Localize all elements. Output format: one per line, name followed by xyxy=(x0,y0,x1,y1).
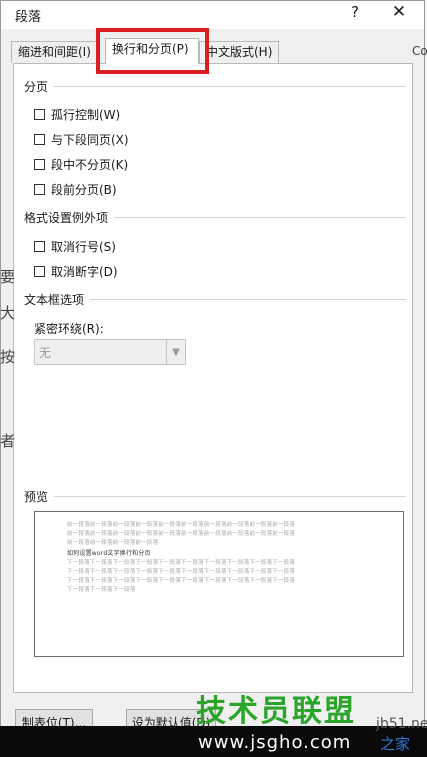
tight-wrap-label: 紧密环绕(R): xyxy=(34,322,104,336)
checkbox-label: 与下段同页(X) xyxy=(51,133,129,147)
checkbox[interactable] xyxy=(34,109,45,120)
checkbox-dont-hyphenate[interactable]: 取消断字(D) xyxy=(34,263,118,280)
section-preview: 预览 xyxy=(24,488,406,505)
background-text-fragment: 者 xyxy=(0,432,16,450)
preview-next-line: 下一段落下一段落下一段落下一段落下一段落下一段落下一段落下一段落下一段落下一段落 xyxy=(67,569,296,575)
checkbox-label: 段前分页(B) xyxy=(51,183,117,197)
preview-next-line: 下一段落下一段落下一段落下一段落下一段落下一段落下一段落下一段落下一段落下一段落 xyxy=(67,578,296,584)
divider xyxy=(90,299,406,300)
preview-previous-line: 前一段落前一段落前一段落前一段落前一段落前一段落前一段落前一段落前一段落前一段落 xyxy=(67,522,296,528)
select-value: 无 xyxy=(39,345,52,360)
watermark-logo: 技术员联盟 xyxy=(196,694,356,729)
checkbox[interactable] xyxy=(34,184,45,195)
preview-previous-line: 前一段落前一段落前一段落前一段落前一段落前一段落前一段落前一段落前一段落前一段落 xyxy=(67,531,296,537)
divider xyxy=(114,217,406,218)
section-pagination: 分页 xyxy=(24,78,406,95)
checkbox-keep-with-next[interactable]: 与下段同页(X) xyxy=(34,131,129,148)
checkbox-keep-lines-together[interactable]: 段中不分页(K) xyxy=(34,156,128,173)
tab-asian-typography[interactable]: 中文版式(H) xyxy=(199,41,279,63)
help-button[interactable]: ? xyxy=(346,3,364,25)
checkbox-page-break-before[interactable]: 段前分页(B) xyxy=(34,181,117,198)
background-text-fragment: 按 xyxy=(0,348,16,366)
title-bar: 段落 ? ✕ xyxy=(1,1,424,29)
checkbox-label: 段中不分页(K) xyxy=(51,158,129,172)
checkbox[interactable] xyxy=(34,134,45,145)
checkbox-label: 孤行控制(W) xyxy=(51,108,121,122)
checkbox[interactable] xyxy=(34,241,45,252)
preview-previous-line: 前一段落前一段落前一段落前一段落 xyxy=(67,540,159,546)
section-heading: 格式设置例外项 xyxy=(24,211,109,225)
checkbox[interactable] xyxy=(34,159,45,170)
section-heading: 预览 xyxy=(24,490,49,504)
section-textbox-options: 文本框选项 xyxy=(24,291,406,308)
chevron-down-icon[interactable]: ▼ xyxy=(166,340,185,364)
preview-next-line: 下一段落下一段落下一段落下一段落下一段落下一段落下一段落下一段落下一段落下一段落 xyxy=(67,560,296,566)
preview-current-line: 如何设置word文字换行和分页 xyxy=(67,550,151,557)
section-formatting-exceptions: 格式设置例外项 xyxy=(24,209,406,226)
checkbox-suppress-line-numbers[interactable]: 取消行号(S) xyxy=(34,238,116,255)
checkbox-widow-control[interactable]: 孤行控制(W) xyxy=(34,106,120,123)
tab-label: 缩进和间距(I) xyxy=(18,45,91,59)
red-highlight-box xyxy=(96,28,209,74)
checkbox[interactable] xyxy=(34,266,45,277)
tab-panel: 分页 孤行控制(W) 与下段同页(X) 段中不分页(K) 段前分页(B) 格式设… xyxy=(13,63,413,693)
divider xyxy=(54,86,406,87)
watermark-side-text: jb51.net xyxy=(376,716,427,732)
tab-label: 中文版式(H) xyxy=(206,45,273,59)
background-text-fragment: 大 xyxy=(0,304,16,322)
tab-indents-spacing[interactable]: 缩进和间距(I) xyxy=(11,41,99,63)
preview-next-line: 下一段落下一段落下一段落 xyxy=(67,587,136,593)
watermark-url: www.jsgho.com xyxy=(198,732,352,753)
background-text-fragment: Co xyxy=(412,44,427,58)
divider xyxy=(54,496,406,497)
background-text-fragment: 要 xyxy=(0,268,16,286)
checkbox-label: 取消断字(D) xyxy=(51,265,118,279)
dialog-title: 段落 xyxy=(15,10,42,25)
checkbox-label: 取消行号(S) xyxy=(51,240,116,254)
close-button[interactable]: ✕ xyxy=(387,2,411,26)
watermark-home-text: 之家 xyxy=(380,735,411,753)
section-heading: 文本框选项 xyxy=(24,293,85,307)
preview-box: 前一段落前一段落前一段落前一段落前一段落前一段落前一段落前一段落前一段落前一段落… xyxy=(34,511,404,657)
section-heading: 分页 xyxy=(24,80,49,94)
paragraph-dialog: 段落 ? ✕ 缩进和间距(I) 换行和分页(P) 中文版式(H) 分页 孤行控制… xyxy=(0,0,425,757)
tight-wrap-select[interactable]: 无 ▼ xyxy=(34,339,186,365)
